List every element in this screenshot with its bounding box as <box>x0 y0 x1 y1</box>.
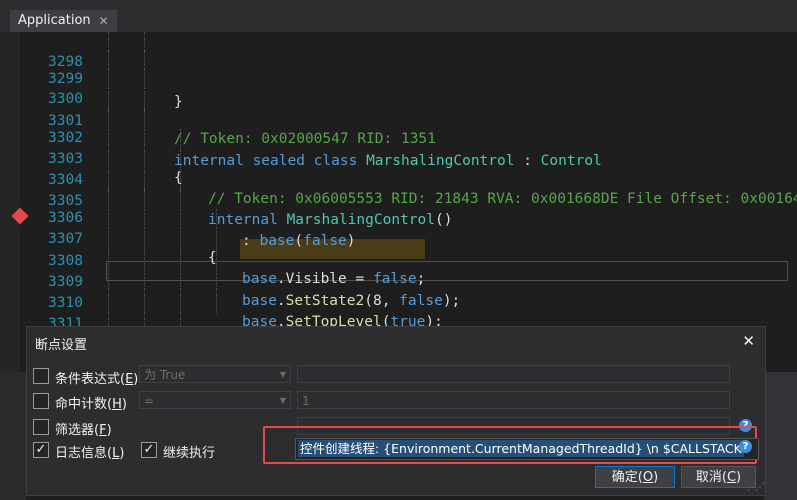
tab-application[interactable]: Application ✕ <box>10 10 117 32</box>
code-line-breakpoint: 3307 base.Visible = false; <box>20 209 797 287</box>
condition-input[interactable] <box>297 365 730 383</box>
log-message-input[interactable]: 控件创建线程: {Environment.CurrentManagedThrea… <box>295 438 759 460</box>
filter-checkbox[interactable] <box>33 419 49 435</box>
conditional-checkbox[interactable] <box>33 368 49 384</box>
close-tab-icon[interactable]: ✕ <box>99 10 109 32</box>
continue-checkbox[interactable]: ✓ <box>141 442 157 458</box>
background-panel <box>764 372 797 500</box>
code-line: 3299 <box>20 49 797 87</box>
condition-type-dropdown[interactable]: 为 True ▼ <box>139 365 291 383</box>
document-tab-bar: Application ✕ <box>0 0 797 32</box>
chevron-down-icon: ▼ <box>279 396 286 405</box>
log-label: 日志信息(L) <box>55 446 125 461</box>
tab-label: Application <box>18 13 91 28</box>
log-message-selected-text: 控件创建线程: {Environment.CurrentManagedThrea… <box>298 440 744 457</box>
log-checkbox[interactable]: ✓ <box>33 442 49 458</box>
hitcount-checkbox[interactable] <box>33 393 49 409</box>
conditional-label: 条件表达式(E) <box>55 372 139 387</box>
log-help-icon[interactable]: ? <box>739 440 752 453</box>
code-line: 3308 base.SetState2(8, false); <box>20 231 797 309</box>
filter-label: 筛选器(F) <box>55 423 112 438</box>
code-line: 3300 // Token: 0x02000547 RID: 1351 <box>20 69 797 147</box>
code-line: 3309 base.SetTopLevel(true); <box>20 252 797 330</box>
dialog-title: 断点设置 <box>35 338 88 353</box>
close-icon[interactable]: ✕ <box>742 332 755 350</box>
code-line: 3310 base.CreateControl(); <box>20 273 797 311</box>
hitcount-input[interactable]: 1 <box>297 391 730 409</box>
breakpoint-settings-dialog: 断点设置 ✕ 条件表达式(E) 为 True ▼ 命中计数(H) = ▼ 1 筛选器… <box>26 326 766 496</box>
hitcount-operator-dropdown[interactable]: = ▼ <box>139 391 291 409</box>
code-line: 3302 { <box>20 108 797 186</box>
ok-button[interactable]: 确定(O) <box>595 466 675 488</box>
code-line: 3304 internal MarshalingControl() <box>20 150 797 228</box>
background-panel <box>0 372 26 500</box>
code-line: 3303 // Token: 0x06005553 RID: 21843 RVA… <box>20 129 797 207</box>
continue-label: 继续执行 <box>163 446 216 461</box>
resize-grip-icon[interactable]: ⋰⋰ <box>747 482 765 493</box>
code-line: 3306 { <box>20 188 797 266</box>
code-line: 3311 this.CreateHandle(); <box>20 294 797 332</box>
cancel-button[interactable]: 取消(C) <box>681 466 756 488</box>
chevron-down-icon: ▼ <box>279 370 286 379</box>
code-editor[interactable]: 3298 } 3299 3300 // Token: 0x02000547 RI… <box>20 32 797 332</box>
hitcount-label: 命中计数(H) <box>55 397 127 412</box>
